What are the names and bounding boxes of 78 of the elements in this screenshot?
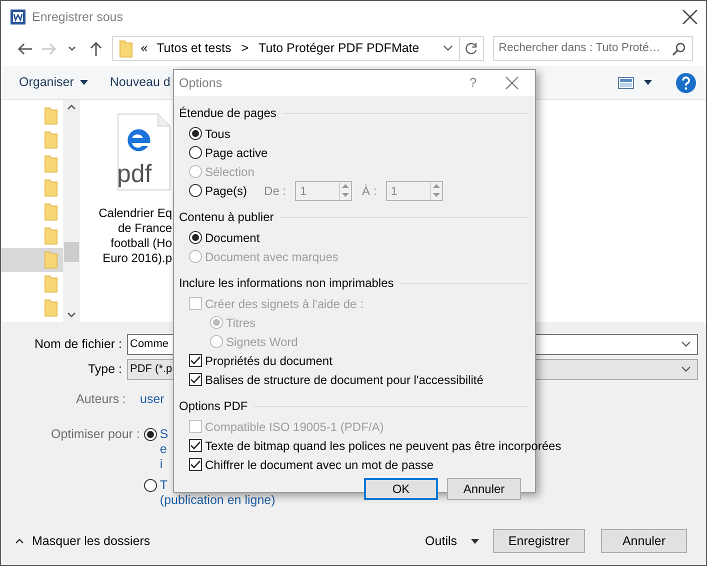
toolbar-button[interactable]: Organiser	[19, 73, 88, 92]
toolbar-button[interactable]: Nouveau d	[110, 73, 170, 92]
radio-button[interactable]	[189, 231, 202, 244]
search-icon[interactable]	[672, 42, 686, 56]
file-name[interactable]: Calendrier Eq de France football (Ho Euro 2016).p	[98, 206, 172, 266]
section-heading: Options PDF	[179, 398, 248, 415]
checkbox[interactable]	[189, 373, 202, 386]
checkbox[interactable]	[189, 458, 202, 471]
field-label: Nom de fichier :	[33, 336, 123, 353]
section-heading: Contenu à publier	[179, 209, 274, 226]
chevron-down-icon[interactable]	[681, 366, 691, 372]
section-heading: Étendue de pages	[179, 105, 276, 122]
save-button[interactable]: Enregistrer	[493, 529, 585, 553]
window-title: Enregistrer sous	[32, 8, 124, 26]
radio-button[interactable]	[189, 127, 202, 140]
option-label: Créer des signets à l'aide de :	[205, 296, 364, 312]
field-label: À :	[362, 182, 377, 200]
folder-icon	[44, 250, 58, 270]
help-button[interactable]: ?	[463, 73, 483, 93]
search-box[interactable]: Rechercher dans : Tuto Proté…	[492, 36, 693, 61]
address-bar[interactable]: « Tutos et tests > Tuto Protéger PDF PDFMate	[112, 36, 484, 61]
checkbox[interactable]	[189, 439, 202, 452]
dialog-title: Options	[179, 74, 222, 92]
option-label: Compatible ISO 19005-1 (PDF/A)	[205, 418, 384, 436]
option-label[interactable]: Document	[205, 228, 260, 246]
close-icon[interactable]	[682, 9, 698, 25]
radio-button[interactable]	[189, 146, 202, 159]
option-label: Titres	[226, 314, 256, 332]
chevron-up-icon	[15, 538, 24, 544]
up-arrow-icon[interactable]	[88, 40, 104, 56]
option-label[interactable]: Propriétés du document	[205, 352, 332, 370]
back-arrow-icon[interactable]	[16, 40, 33, 56]
option-label[interactable]: Tous	[205, 124, 230, 142]
breadcrumb-separator: >	[241, 40, 249, 58]
checkbox[interactable]	[189, 354, 202, 367]
breadcrumb-item[interactable]: Tutos et tests	[156, 39, 232, 58]
scrollbar[interactable]	[63, 100, 80, 322]
search-field[interactable]: Rechercher dans : Tuto Proté…	[494, 38, 670, 58]
caret-icon[interactable]	[644, 80, 652, 85]
cancel-button[interactable]: Annuler	[447, 478, 521, 500]
option-label: Sélection	[205, 164, 254, 180]
pdf-file-icon: pdf	[116, 112, 172, 192]
authors-link[interactable]: user	[140, 390, 164, 408]
option-label[interactable]: T (publication en ligne)	[160, 478, 276, 508]
folder-icon	[118, 38, 133, 58]
tools-button[interactable]: Outils	[425, 532, 479, 550]
option-label: Signets Word	[226, 334, 298, 350]
help-icon[interactable]	[676, 72, 696, 92]
refresh-icon[interactable]	[464, 42, 478, 56]
field-label: Optimiser pour :	[51, 427, 140, 443]
option-label[interactable]: S e i	[160, 427, 168, 472]
chevron-down-icon[interactable]	[442, 45, 453, 52]
option-label[interactable]: Texte de bitmap quand les polices ne peuvent pas être incorporées	[205, 436, 562, 454]
breadcrumb-item[interactable]: Tuto Protéger PDF PDFMate	[258, 39, 420, 58]
scroll-thumb[interactable]	[64, 242, 79, 262]
option-label[interactable]: Balises de structure de document pour l'accessibilité	[205, 370, 484, 388]
option-label: Document avec marques	[205, 248, 338, 266]
option-label[interactable]: Page active	[205, 144, 268, 162]
radio-button[interactable]	[144, 479, 157, 492]
option-label[interactable]: Chiffrer le document avec un mot de passe	[205, 456, 434, 474]
ok-button[interactable]: OK	[364, 478, 438, 500]
chevron-down-icon[interactable]	[681, 340, 691, 348]
word-icon	[10, 9, 26, 25]
cancel-button[interactable]: Annuler	[601, 529, 687, 553]
scroll-down-icon[interactable]	[67, 312, 76, 318]
field-label: Auteurs :	[76, 390, 126, 408]
option-label[interactable]: Page(s)	[205, 182, 248, 200]
radio-button[interactable]	[189, 184, 202, 197]
caret-icon	[471, 538, 479, 544]
close-icon[interactable]	[505, 76, 519, 90]
field-label: De :	[264, 182, 286, 200]
hide-folders-button[interactable]: Masquer les dossiers	[15, 532, 150, 550]
scroll-up-icon[interactable]	[67, 104, 76, 110]
section-heading: Inclure les informations non imprimables	[179, 275, 394, 292]
view-icon[interactable]	[618, 76, 634, 88]
breadcrumb-prefix[interactable]: «	[140, 39, 148, 58]
field-label: Type :	[86, 360, 123, 378]
radio-button[interactable]	[144, 428, 157, 441]
